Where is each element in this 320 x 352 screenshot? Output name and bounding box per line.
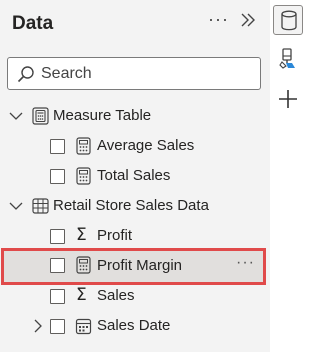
chevron-down-icon[interactable]: [8, 108, 24, 124]
more-options-button[interactable]: ···: [208, 9, 229, 30]
chevron-right-icon[interactable]: [30, 318, 46, 334]
calculator-icon: [76, 167, 91, 185]
field-average-sales[interactable]: Average Sales: [0, 132, 270, 160]
sigma-icon: Σ: [76, 285, 87, 305]
format-pane-button[interactable]: [273, 44, 303, 74]
field-checkbox[interactable]: [50, 229, 65, 244]
field-total-sales[interactable]: Total Sales: [0, 162, 270, 190]
field-checkbox[interactable]: [50, 169, 65, 184]
table-icon: [32, 198, 49, 214]
field-checkbox[interactable]: [50, 289, 65, 304]
field-checkbox[interactable]: [50, 319, 65, 334]
calculator-icon: [76, 137, 91, 155]
data-pane: Data ··· Measure Table: [0, 0, 270, 352]
field-sales-date[interactable]: Sales Date: [0, 312, 270, 340]
data-cylinder-icon: [281, 10, 297, 31]
field-label: Average Sales: [97, 137, 195, 154]
tree-node-measure-table[interactable]: Measure Table: [0, 102, 270, 130]
chevron-down-icon[interactable]: [8, 198, 24, 214]
tree-node-label: Retail Store Sales Data: [53, 197, 209, 214]
tree-node-retail-store-sales-data[interactable]: Retail Store Sales Data: [0, 192, 270, 220]
field-profit-margin[interactable]: Profit Margin ···: [1, 248, 266, 285]
field-label: Profit Margin: [97, 257, 183, 274]
calculator-icon: [76, 256, 91, 274]
search-input[interactable]: [41, 62, 251, 86]
sigma-icon: Σ: [76, 225, 87, 245]
field-label: Sales: [97, 287, 135, 304]
pane-title: Data: [12, 13, 54, 34]
field-more-options-button[interactable]: ···: [236, 254, 255, 272]
field-checkbox[interactable]: [50, 139, 65, 154]
data-pane-button[interactable]: [273, 5, 303, 35]
plus-icon: [279, 90, 297, 108]
field-label: Sales Date: [97, 317, 171, 334]
format-paintbrush-icon: [279, 48, 295, 69]
search-field[interactable]: [7, 57, 261, 90]
table-calculator-icon: [32, 107, 49, 125]
field-label: Total Sales: [97, 167, 171, 184]
field-sales[interactable]: Σ Sales: [0, 282, 270, 310]
field-checkbox[interactable]: [50, 258, 65, 273]
search-icon: [17, 66, 34, 83]
tree-node-label: Measure Table: [53, 107, 152, 124]
add-pane-button[interactable]: [273, 84, 303, 114]
chevron-double-right-icon[interactable]: [238, 10, 258, 30]
field-label: Profit: [97, 227, 133, 244]
calendar-icon: [75, 318, 92, 335]
pane-switcher-rail: [270, 0, 306, 352]
field-profit[interactable]: Σ Profit: [0, 222, 270, 250]
